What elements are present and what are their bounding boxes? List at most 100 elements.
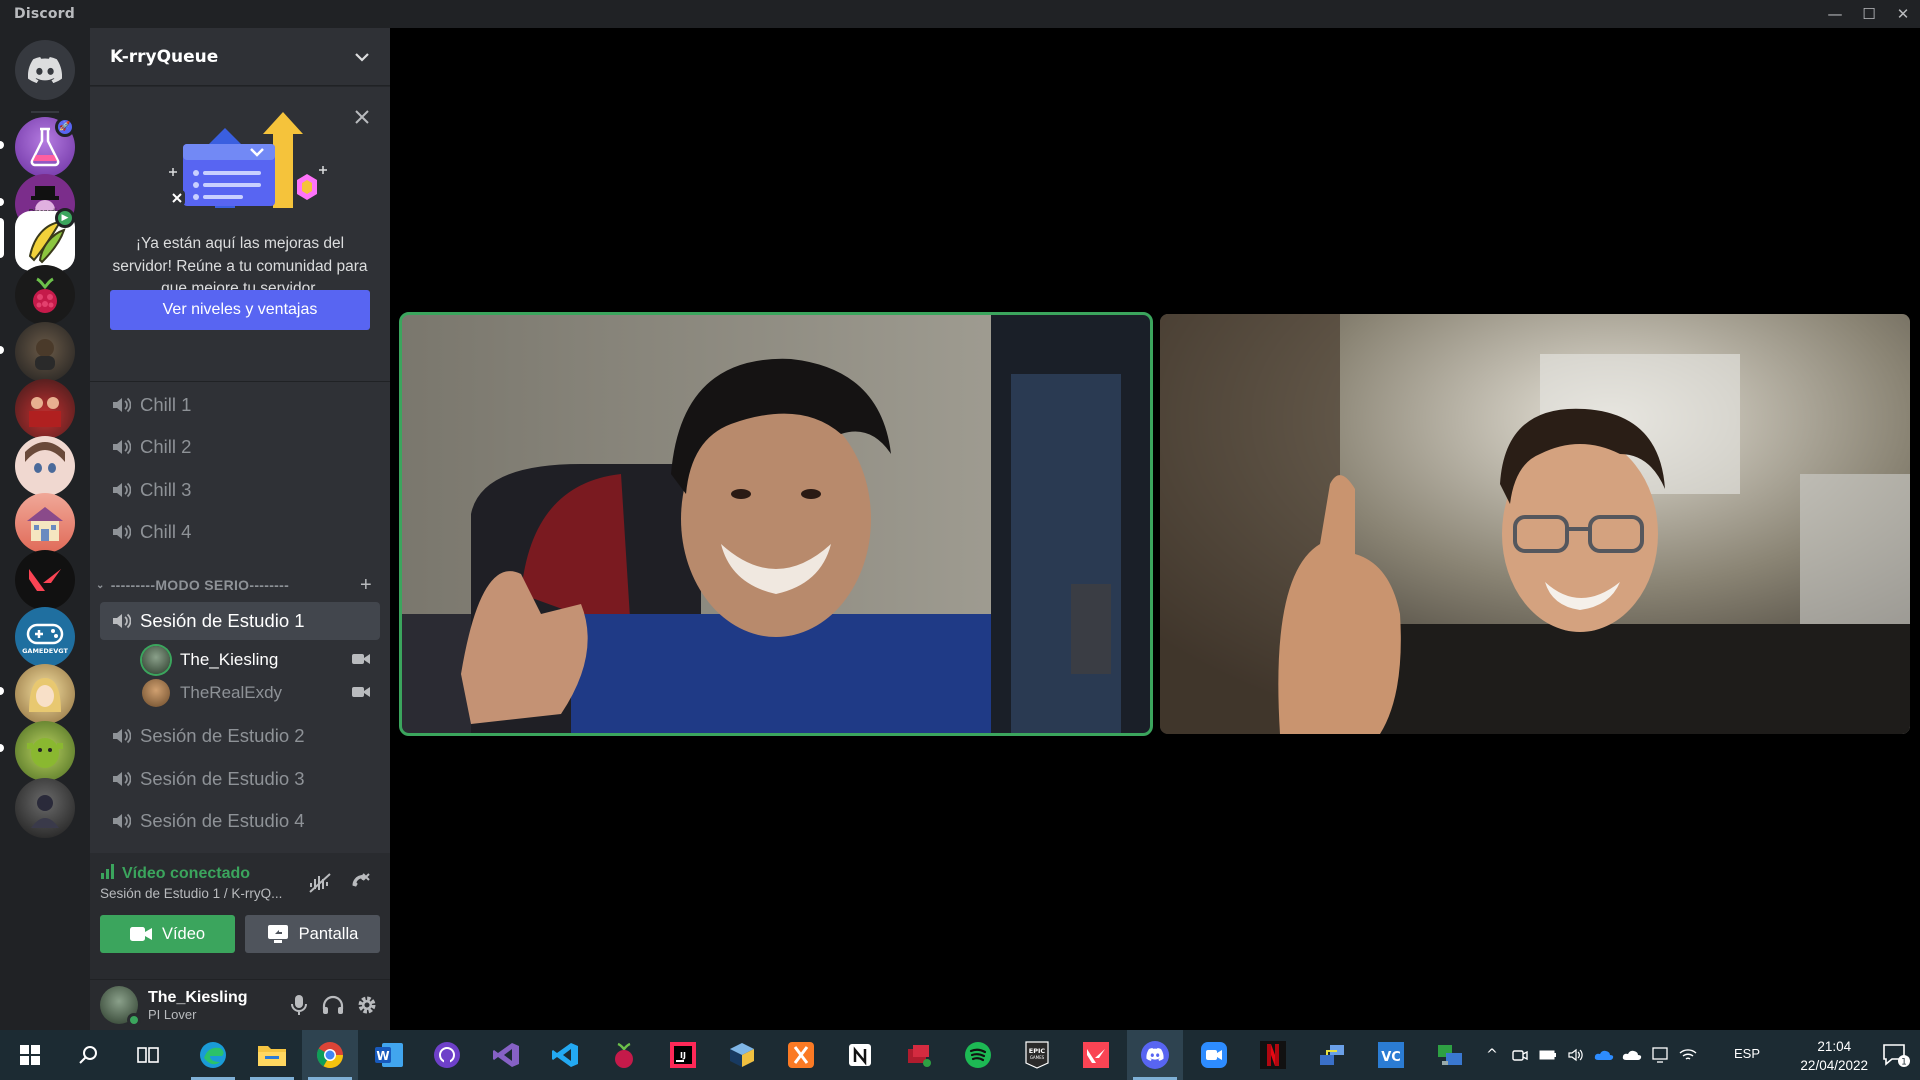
anime-face-server-icon[interactable] (15, 436, 75, 496)
anime-girl-server-icon[interactable] (15, 664, 75, 724)
system-tray: ^ (1478, 1030, 1702, 1080)
speaker-icon (110, 610, 132, 632)
edge-browser-icon[interactable] (185, 1030, 241, 1080)
minimize-button[interactable]: — (1818, 0, 1852, 28)
voice-location[interactable]: Sesión de Estudio 1 / K-rryQ... (100, 886, 300, 901)
speaker-icon (110, 768, 132, 790)
username: The_Kiesling (148, 988, 248, 1006)
onedrive-icon[interactable] (1590, 1049, 1618, 1061)
raspberry-pi-imager-icon[interactable] (596, 1030, 652, 1080)
voice-channel-estudio-3[interactable]: Sesión de Estudio 3 (100, 760, 380, 798)
voice-channel-estudio-1[interactable]: Sesión de Estudio 1 (100, 602, 380, 640)
wamp-icon[interactable] (891, 1030, 947, 1080)
battery-icon[interactable] (1534, 1049, 1562, 1061)
discord-taskbar-icon[interactable] (1127, 1030, 1183, 1080)
file-explorer-icon[interactable] (244, 1030, 300, 1080)
visual-studio-icon[interactable] (478, 1030, 534, 1080)
camera-icon (352, 683, 370, 703)
intellij-icon[interactable]: IJ (655, 1030, 711, 1080)
xampp-icon[interactable] (773, 1030, 829, 1080)
volume-icon[interactable] (1562, 1048, 1590, 1062)
microphone-icon[interactable] (282, 988, 316, 1022)
gear-icon[interactable] (350, 988, 384, 1022)
notification-center-icon[interactable]: 1 (1882, 1042, 1910, 1072)
video-tile[interactable] (1160, 314, 1910, 734)
view-levels-button[interactable]: Ver niveles y ventajas (110, 290, 370, 330)
maximize-button[interactable]: ☐ (1852, 0, 1886, 28)
anime-group-server-icon[interactable] (15, 379, 75, 439)
video-button[interactable]: Vídeo (100, 915, 235, 953)
unread-pill (0, 687, 4, 695)
remote-desktop-icon[interactable] (1422, 1030, 1478, 1080)
avatar[interactable] (100, 986, 141, 1027)
close-icon[interactable] (354, 106, 370, 131)
chevron-down-icon (354, 47, 370, 66)
gamedevgt-server-icon[interactable]: GAMEDEVGT (15, 607, 75, 667)
task-view-icon[interactable] (120, 1030, 176, 1080)
display-icon[interactable] (1646, 1047, 1674, 1063)
virtualbox-icon[interactable] (714, 1030, 770, 1080)
chevron-up-icon[interactable]: ^ (1478, 1047, 1506, 1063)
voice-channel-estudio-2[interactable]: Sesión de Estudio 2 (100, 717, 380, 755)
voice-member[interactable]: TheRealExdy (142, 676, 380, 710)
spotify-icon[interactable] (950, 1030, 1006, 1080)
valorant-icon[interactable] (1068, 1030, 1124, 1080)
epic-games-icon[interactable]: EPIC GAMES (1009, 1030, 1065, 1080)
video-tile-speaking[interactable] (399, 312, 1153, 736)
disconnect-icon[interactable] (346, 869, 374, 897)
voice-channel-chill-2[interactable]: Chill 2 (100, 428, 380, 466)
screen-share-button[interactable]: Pantalla (245, 915, 380, 953)
voice-member[interactable]: The_Kiesling (142, 643, 380, 677)
add-channel-icon[interactable]: + (360, 574, 372, 597)
channel-label: Chill 1 (140, 394, 192, 415)
netflix-icon[interactable] (1245, 1030, 1301, 1080)
monkey-server-icon[interactable] (15, 322, 75, 382)
voice-channel-chill-3[interactable]: Chill 3 (100, 471, 380, 509)
screen-share-icon (267, 925, 288, 943)
vscode-icon[interactable] (537, 1030, 593, 1080)
notion-icon[interactable] (832, 1030, 888, 1080)
user-info[interactable]: The_Kiesling PI Lover (148, 989, 282, 1022)
collapse-arrow-icon: ⌄ (96, 579, 105, 591)
category-modo-serio[interactable]: ⌄ ---------MODO SERIO-------- + (96, 573, 380, 597)
network-tool-icon[interactable] (1304, 1030, 1360, 1080)
search-icon[interactable] (60, 1030, 116, 1080)
title-bar: Discord — ☐ ✕ (0, 0, 1920, 28)
word-icon[interactable]: W (361, 1030, 417, 1080)
voice-channel-estudio-4[interactable]: Sesión de Estudio 4 (100, 802, 380, 840)
channel-label: Sesión de Estudio 2 (140, 725, 305, 746)
onedrive-personal-icon[interactable] (1618, 1049, 1646, 1061)
meet-now-icon[interactable] (1506, 1048, 1534, 1062)
voice-channel-chill-1[interactable]: Chill 1 (100, 386, 380, 424)
clock[interactable]: 21:04 22/04/2022 (1800, 1037, 1868, 1075)
noise-suppression-icon[interactable] (306, 869, 334, 897)
speaker-icon (110, 521, 132, 543)
online-status-dot (127, 1013, 141, 1027)
app-title: Discord (14, 6, 75, 22)
voice-status[interactable]: Vídeo conectado (100, 863, 250, 884)
house-server-icon[interactable] (15, 493, 75, 553)
wifi-icon[interactable] (1674, 1048, 1702, 1062)
server-header[interactable]: K-rryQueue (90, 28, 390, 86)
language-indicator[interactable]: ESP (1734, 1046, 1760, 1061)
vc-app-icon[interactable]: VC (1363, 1030, 1419, 1080)
chrome-icon[interactable] (302, 1030, 358, 1080)
speaker-icon (110, 725, 132, 747)
channel-label: Chill 3 (140, 479, 192, 500)
avatar (142, 646, 170, 674)
valorant-server-icon[interactable] (15, 550, 75, 610)
voice-channel-chill-4[interactable]: Chill 4 (100, 513, 380, 551)
github-desktop-icon[interactable] (419, 1030, 475, 1080)
raspberry-server-icon[interactable] (15, 265, 75, 325)
discord-home-icon[interactable] (15, 40, 75, 100)
headphones-icon[interactable] (316, 988, 350, 1022)
dark-avatar-server-icon[interactable] (15, 778, 75, 838)
channel-sidebar: K-rryQueue ¡Ya están aquí las mejoras de… (90, 28, 390, 1030)
close-window-button[interactable]: ✕ (1886, 0, 1920, 28)
channel-label: Sesión de Estudio 4 (140, 810, 305, 831)
user-status: PI Lover (148, 1006, 197, 1022)
clock-date: 22/04/2022 (1800, 1058, 1868, 1073)
windows-start-icon[interactable] (2, 1030, 58, 1080)
shrek-server-icon[interactable] (15, 721, 75, 781)
zoom-icon[interactable] (1186, 1030, 1242, 1080)
